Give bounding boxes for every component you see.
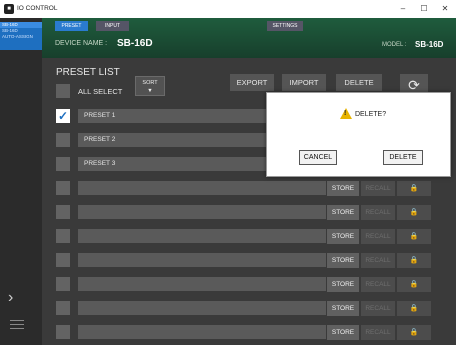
sort-button[interactable]: SORT ▼ xyxy=(135,76,165,96)
preset-row: STORE RECALL 🔒 xyxy=(56,301,431,318)
preset-name[interactable] xyxy=(78,181,326,195)
preset-name[interactable] xyxy=(78,205,326,219)
sort-arrow-icon: ▼ xyxy=(147,88,153,94)
row-checkbox[interactable]: ✓ xyxy=(56,109,70,123)
store-button[interactable]: STORE xyxy=(327,301,359,316)
lock-icon[interactable]: 🔒 xyxy=(397,301,431,316)
delete-button[interactable]: DELETE xyxy=(336,74,382,91)
export-button[interactable]: EXPORT xyxy=(230,74,274,91)
model-label: MODEL : xyxy=(382,42,407,48)
store-button[interactable]: STORE xyxy=(327,181,359,196)
device-name-label: DEVICE NAME : xyxy=(55,40,108,47)
menu-icon[interactable] xyxy=(10,320,24,332)
preset-row: STORE RECALL 🔒 xyxy=(56,229,431,246)
row-checkbox[interactable] xyxy=(56,277,70,291)
import-button[interactable]: IMPORT xyxy=(282,74,326,91)
cancel-button[interactable]: CANCEL xyxy=(299,150,337,165)
device-list: SB-16D SB-16D AUTO-ASSIGN xyxy=(0,22,42,50)
window-title: IO CONTROL xyxy=(17,5,58,12)
row-checkbox[interactable] xyxy=(56,205,70,219)
header: PRESET INPUT SETTINGS DEVICE NAME : SB-1… xyxy=(42,18,456,58)
title-bar: ■ IO CONTROL – ☐ ✕ xyxy=(0,0,456,18)
row-checkbox[interactable] xyxy=(56,181,70,195)
preset-name[interactable] xyxy=(78,229,326,243)
lock-icon[interactable]: 🔒 xyxy=(397,253,431,268)
dialog-message: DELETE? xyxy=(355,111,387,118)
recall-button[interactable]: RECALL xyxy=(361,205,395,220)
row-checkbox[interactable] xyxy=(56,301,70,315)
store-button[interactable]: STORE xyxy=(327,229,359,244)
device-item[interactable]: AUTO-ASSIGN xyxy=(0,34,42,40)
app-icon: ■ xyxy=(4,4,14,14)
preset-row: STORE RECALL 🔒 xyxy=(56,205,431,222)
page-title: PRESET LIST xyxy=(56,67,120,78)
lock-icon[interactable]: 🔒 xyxy=(397,205,431,220)
preset-name[interactable] xyxy=(78,277,326,291)
tab-input[interactable]: INPUT xyxy=(96,21,129,31)
row-checkbox[interactable] xyxy=(56,133,70,147)
row-checkbox[interactable] xyxy=(56,325,70,339)
preset-row: STORE RECALL 🔒 xyxy=(56,325,431,342)
confirm-delete-button[interactable]: DELETE xyxy=(383,150,423,165)
delete-dialog: ! DELETE? CANCEL DELETE xyxy=(266,92,451,177)
recall-button[interactable]: RECALL xyxy=(361,181,395,196)
all-select-label: ALL SELECT xyxy=(78,87,123,96)
left-rail: SB-16D SB-16D AUTO-ASSIGN › xyxy=(0,18,42,345)
all-select-checkbox[interactable] xyxy=(56,84,70,98)
device-name: SB-16D xyxy=(117,38,153,49)
recall-button[interactable]: RECALL xyxy=(361,229,395,244)
row-checkbox[interactable] xyxy=(56,229,70,243)
preset-row: STORE RECALL 🔒 xyxy=(56,277,431,294)
preset-row: STORE RECALL 🔒 xyxy=(56,253,431,270)
store-button[interactable]: STORE xyxy=(327,253,359,268)
store-button[interactable]: STORE xyxy=(327,205,359,220)
minimize-button[interactable]: – xyxy=(396,3,410,15)
close-button[interactable]: ✕ xyxy=(438,3,452,15)
expand-chevron-icon[interactable]: › xyxy=(8,289,13,307)
store-button[interactable]: STORE xyxy=(327,325,359,340)
maximize-button[interactable]: ☐ xyxy=(417,3,431,15)
tab-settings[interactable]: SETTINGS xyxy=(267,21,303,31)
warning-mark: ! xyxy=(344,110,347,117)
sort-label: SORT xyxy=(142,80,158,86)
preset-name[interactable] xyxy=(78,325,326,339)
lock-icon[interactable]: 🔒 xyxy=(397,181,431,196)
preset-row: STORE RECALL 🔒 xyxy=(56,181,431,198)
row-checkbox[interactable] xyxy=(56,253,70,267)
preset-name[interactable] xyxy=(78,253,326,267)
recall-button[interactable]: RECALL xyxy=(361,277,395,292)
recall-button[interactable]: RECALL xyxy=(361,325,395,340)
model-name: SB-16D xyxy=(415,40,444,49)
preset-name[interactable] xyxy=(78,301,326,315)
store-button[interactable]: STORE xyxy=(327,277,359,292)
lock-icon[interactable]: 🔒 xyxy=(397,325,431,340)
tab-preset[interactable]: PRESET xyxy=(55,21,88,31)
recall-button[interactable]: RECALL xyxy=(361,301,395,316)
lock-icon[interactable]: 🔒 xyxy=(397,229,431,244)
lock-icon[interactable]: 🔒 xyxy=(397,277,431,292)
row-checkbox[interactable] xyxy=(56,157,70,171)
recall-button[interactable]: RECALL xyxy=(361,253,395,268)
